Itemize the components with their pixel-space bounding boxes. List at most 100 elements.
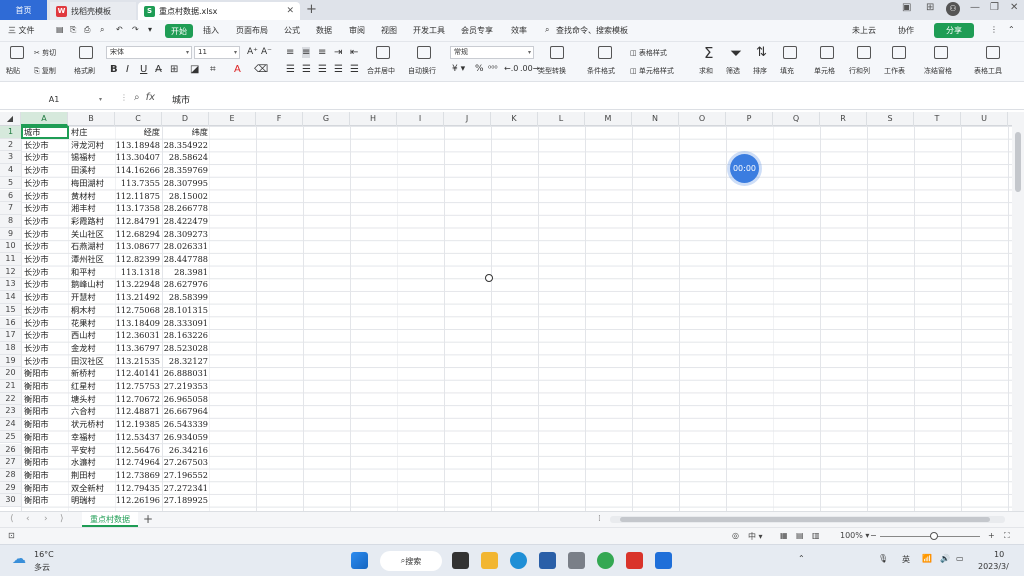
data-cell[interactable]: 湘丰村	[71, 202, 115, 215]
data-cell[interactable]: 113.30407	[115, 151, 161, 164]
menu-file[interactable]: 三 文件	[8, 25, 35, 36]
conditional-format-icon[interactable]	[598, 46, 612, 59]
column-header[interactable]: N	[632, 112, 679, 126]
data-cell[interactable]: 状元桥村	[71, 418, 115, 431]
data-cell[interactable]: 112.56476	[115, 444, 161, 457]
collapse-ribbon-icon[interactable]: ⌃	[1008, 25, 1015, 34]
data-cell[interactable]: 28.627976	[162, 278, 209, 291]
data-cell[interactable]: 衡阳市	[24, 456, 68, 469]
data-cell[interactable]: 112.75753	[115, 380, 161, 393]
taskbar-search[interactable]: ⌕ 搜索	[380, 551, 442, 571]
microphone-icon[interactable]: 🎙	[878, 554, 888, 563]
column-header[interactable]: O	[679, 112, 726, 126]
zoom-in-icon[interactable]: +	[988, 531, 995, 540]
column-header[interactable]: I	[397, 112, 444, 126]
prev-sheet-icon[interactable]: ‹	[26, 514, 30, 524]
data-cell[interactable]: 衡阳市	[24, 444, 68, 457]
strikethrough-button[interactable]: A̶	[155, 64, 162, 75]
menu-formula[interactable]: 公式	[284, 25, 300, 36]
eye-protection-icon[interactable]: ◎	[732, 531, 739, 540]
data-cell[interactable]: 112.48871	[115, 405, 161, 418]
data-cell[interactable]: 长沙市	[24, 190, 68, 203]
row-header[interactable]: 29	[0, 481, 21, 495]
data-cell[interactable]: 黄材村	[71, 190, 115, 203]
column-header[interactable]: E	[209, 112, 256, 126]
row-header[interactable]: 30	[0, 494, 21, 507]
header-cell[interactable]: 纬度	[162, 126, 209, 139]
data-cell[interactable]: 28.32127	[162, 355, 209, 368]
column-header[interactable]: F	[256, 112, 303, 126]
show-hidden-icons[interactable]: ⌃	[798, 554, 805, 563]
column-header[interactable]: L	[538, 112, 585, 126]
filter-icon[interactable]: ⏷	[730, 44, 742, 62]
data-cell[interactable]: 金龙村	[71, 342, 115, 355]
horizontal-scroll-thumb[interactable]	[620, 517, 990, 522]
column-header[interactable]: C	[115, 112, 162, 126]
row-header[interactable]: 14	[0, 291, 21, 304]
zoom-formula-icon[interactable]: ⌕	[134, 92, 140, 103]
battery-icon[interactable]: ▭	[956, 554, 964, 563]
data-cell[interactable]: 长沙市	[24, 329, 68, 342]
merge-icon[interactable]	[376, 46, 390, 59]
italic-button[interactable]: I	[126, 64, 129, 75]
data-cell[interactable]: 113.08677	[115, 240, 161, 253]
windows-start-icon[interactable]	[351, 552, 368, 569]
data-cell[interactable]: 113.1318	[115, 266, 161, 279]
data-cell[interactable]: 彩霞路村	[71, 215, 115, 228]
page-break-view-icon[interactable]: ▥	[812, 531, 820, 540]
percent-icon[interactable]: %	[475, 64, 484, 74]
data-cell[interactable]: 荆田村	[71, 469, 115, 482]
data-cell[interactable]: 浔龙河村	[71, 139, 115, 152]
collaborate-button[interactable]: 协作	[898, 25, 914, 36]
data-cell[interactable]: 112.82399	[115, 253, 161, 266]
undo-icon[interactable]: ↶	[116, 25, 123, 34]
data-cell[interactable]: 衡阳市	[24, 380, 68, 393]
data-cell[interactable]: 28.101315	[162, 304, 209, 317]
data-cell[interactable]: 和平村	[71, 266, 115, 279]
font-color-icon[interactable]: A	[234, 64, 241, 75]
row-header[interactable]: 6	[0, 189, 21, 203]
font-name-select[interactable]: 宋体 ▾	[106, 46, 192, 59]
row-header[interactable]: 16	[0, 316, 21, 330]
menu-developer[interactable]: 开发工具	[413, 25, 445, 36]
align-top-icon[interactable]: ≡	[286, 47, 294, 58]
data-cell[interactable]: 梅田湖村	[71, 177, 115, 190]
print-preview-icon[interactable]: ⌕	[100, 25, 104, 35]
align-bottom-icon[interactable]: ≡	[318, 47, 326, 58]
data-cell[interactable]: 112.84791	[115, 215, 161, 228]
data-cell[interactable]: 鹅峰山村	[71, 278, 115, 291]
data-cell[interactable]: 桐木村	[71, 304, 115, 317]
cell-area[interactable]: 城市 村庄 经度 纬度 长沙市 浔龙河村 113.18948 28.354922 长沙市 锡福村 1…	[21, 126, 1012, 512]
data-cell[interactable]: 112.11875	[115, 190, 161, 203]
data-cell[interactable]: 28.422479	[162, 215, 209, 228]
menu-insert[interactable]: 插入	[203, 25, 219, 36]
data-cell[interactable]: 27.189925	[162, 494, 209, 507]
row-header[interactable]: 8	[0, 214, 21, 228]
fill-icon[interactable]	[783, 46, 797, 59]
header-cell[interactable]: 村庄	[71, 126, 115, 139]
paste-button[interactable]: 粘贴	[6, 66, 20, 76]
data-cell[interactable]: 28.3981	[162, 266, 209, 279]
menu-data[interactable]: 数据	[316, 25, 332, 36]
data-cell[interactable]: 28.309273	[162, 228, 209, 241]
row-header[interactable]: 13	[0, 278, 21, 292]
cells-icon[interactable]	[820, 46, 834, 59]
tab-template-search[interactable]: W 找稻壳模板	[50, 2, 136, 20]
row-header[interactable]: 12	[0, 265, 21, 279]
data-cell[interactable]: 长沙市	[24, 317, 68, 330]
data-cell[interactable]: 114.16266	[115, 164, 161, 177]
column-header[interactable]: U	[961, 112, 1008, 126]
table-tools-icon[interactable]	[986, 46, 1000, 59]
row-header[interactable]: 5	[0, 176, 21, 190]
sort-button[interactable]: 排序	[753, 66, 767, 76]
data-cell[interactable]: 112.26196	[115, 494, 161, 507]
data-cell[interactable]: 开慧村	[71, 291, 115, 304]
column-header[interactable]: A	[21, 112, 68, 126]
data-cell[interactable]: 水濂村	[71, 456, 115, 469]
app-icon[interactable]	[655, 552, 672, 569]
restore-icon[interactable]: ❐	[990, 2, 999, 13]
format-painter-icon[interactable]	[79, 46, 93, 59]
row-header[interactable]: 10	[0, 240, 21, 253]
wrap-text-button[interactable]: 自动换行	[408, 66, 436, 76]
bold-button[interactable]: B	[110, 64, 118, 75]
